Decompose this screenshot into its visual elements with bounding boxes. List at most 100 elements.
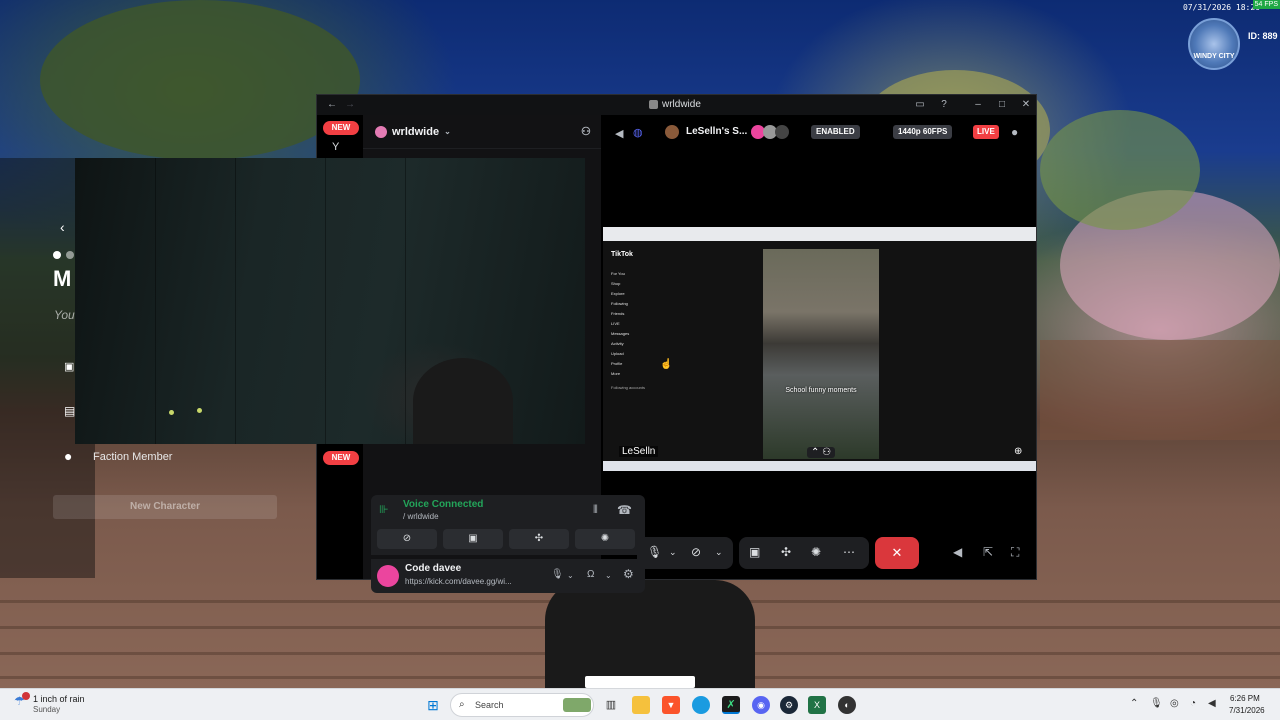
tiktok-nav-item: LIVE bbox=[611, 321, 620, 326]
minimize-icon[interactable]: – bbox=[971, 98, 985, 112]
stream-name-label: LeSelln bbox=[619, 446, 659, 457]
chevron-down-icon[interactable]: ⌄ bbox=[669, 547, 677, 558]
forward-arrow-icon[interactable]: → bbox=[343, 98, 357, 112]
noise-suppression-icon[interactable]: ⦀ bbox=[593, 504, 598, 517]
server-initial[interactable]: Y bbox=[332, 141, 339, 153]
led-light bbox=[197, 408, 202, 413]
volume-icon[interactable]: ◀ bbox=[953, 545, 962, 559]
quality-pill[interactable]: 1440p 60FPS bbox=[893, 125, 953, 139]
microphone-icon[interactable]: 🎙 bbox=[551, 569, 564, 580]
server-avatar-icon bbox=[375, 125, 387, 138]
panel-title: M bbox=[53, 266, 72, 291]
page-dot-active[interactable] bbox=[53, 251, 61, 259]
leave-call-button[interactable]: ✕ bbox=[875, 537, 919, 569]
disconnect-icon[interactable]: ☎ bbox=[617, 503, 632, 517]
chevron-up-icon[interactable]: ⌃ ⚇ bbox=[807, 447, 836, 458]
mic-camera-controls: 🎙 ⌄ ⊘ ⌄ bbox=[637, 537, 733, 569]
user-avatar[interactable] bbox=[377, 565, 399, 587]
tree-canopy bbox=[1040, 110, 1200, 230]
user-status: https://kick.com/davee.gg/wi... bbox=[405, 577, 512, 586]
server-icon bbox=[649, 100, 658, 109]
deck-railing bbox=[1040, 340, 1280, 440]
tiktok-nav-item: Shop bbox=[611, 281, 621, 286]
activities-icon[interactable]: ✣ bbox=[781, 545, 791, 559]
webcam-overlay bbox=[75, 158, 585, 444]
streamer-avatar[interactable] bbox=[665, 125, 679, 139]
file-explorer-icon[interactable] bbox=[632, 696, 650, 714]
speaker-icon[interactable]: ◀ bbox=[615, 127, 623, 140]
new-character-button[interactable]: New Character bbox=[53, 495, 277, 519]
weather-day[interactable]: Sunday bbox=[33, 705, 60, 714]
wifi-icon[interactable]: ◔ bbox=[1190, 698, 1196, 709]
volume-icon[interactable]: ◀ bbox=[1208, 698, 1216, 709]
app-icon[interactable]: ✗ bbox=[722, 696, 740, 714]
clock-date[interactable]: 7/31/2026 bbox=[1229, 706, 1265, 715]
signal-icon[interactable]: ⊪ bbox=[379, 503, 389, 516]
tiktok-nav-item: Upload bbox=[611, 351, 624, 356]
brave-browser-icon[interactable]: ▼ bbox=[662, 696, 680, 714]
close-icon[interactable]: ✕ bbox=[1019, 98, 1033, 112]
globe-icon: ◍ bbox=[633, 127, 643, 139]
title-bar: ← → wrldwide ▭ ? – □ ✕ bbox=[317, 95, 1036, 115]
server-name: wrldwide bbox=[392, 125, 440, 138]
fullscreen-icon[interactable]: ⛶ bbox=[1011, 545, 1019, 560]
new-badge-bottom: NEW bbox=[323, 451, 359, 465]
search-input[interactable]: ⌕ Search bbox=[450, 693, 594, 717]
person-icon: ● bbox=[64, 448, 73, 464]
chevron-down-icon[interactable]: ⌄ bbox=[715, 547, 723, 558]
maximize-icon[interactable]: □ bbox=[995, 98, 1009, 112]
stream-video[interactable]: TikTok For You Shop Explore Following Fr… bbox=[603, 227, 1036, 471]
tiktok-following-header: Following accounts bbox=[611, 385, 646, 390]
panel-subtitle: Youi bbox=[54, 308, 78, 322]
server-id: ID: 889 bbox=[1248, 31, 1278, 41]
help-icon[interactable]: ? bbox=[937, 98, 951, 112]
pop-out-icon[interactable]: ⇱ bbox=[983, 545, 993, 559]
soundboard-icon[interactable]: ✺ bbox=[811, 545, 821, 559]
cursor-icon: ☝ bbox=[660, 359, 673, 370]
tiktok-nav-item: Explore bbox=[611, 291, 625, 296]
enabled-pill[interactable]: ENABLED bbox=[811, 125, 860, 139]
camera-off-button[interactable]: ⊘ bbox=[377, 529, 437, 549]
activity-controls: ▣ ✣ ✺ ⋯ bbox=[739, 537, 869, 569]
tiktok-logo: TikTok bbox=[611, 251, 633, 258]
user-name[interactable]: Code davee bbox=[405, 563, 461, 574]
weather-text[interactable]: 1 inch of rain bbox=[33, 694, 85, 704]
discord-icon[interactable]: ◉ bbox=[752, 696, 770, 714]
tiktok-nav-item: Following bbox=[611, 301, 628, 306]
chat-icon[interactable]: ● bbox=[1011, 125, 1018, 139]
chevron-down-icon[interactable]: ⌄ bbox=[567, 571, 574, 580]
back-arrow-icon[interactable]: ← bbox=[325, 98, 339, 112]
windows-start-icon[interactable]: ⊞ bbox=[424, 696, 442, 714]
edge-browser-icon[interactable] bbox=[692, 696, 710, 714]
chevron-up-icon[interactable]: ⌃ bbox=[1130, 698, 1138, 709]
clock-time[interactable]: 6:26 PM bbox=[1230, 694, 1260, 703]
server-header[interactable]: wrldwide ⌄ ⚇ bbox=[363, 115, 601, 149]
voice-status[interactable]: Voice Connected bbox=[403, 499, 483, 510]
back-arrow-icon[interactable]: ‹ bbox=[60, 219, 65, 235]
streamer-title[interactable]: LeSelln's S... bbox=[686, 126, 747, 137]
chevron-down-icon: ⌄ bbox=[444, 127, 451, 136]
gear-icon[interactable]: ⚙ bbox=[623, 567, 634, 581]
new-badge: NEW bbox=[323, 121, 359, 135]
microphone-icon[interactable]: 🎙 bbox=[647, 545, 662, 559]
headphones-icon[interactable]: Ω bbox=[587, 569, 594, 580]
screen-share-icon[interactable]: ▣ bbox=[749, 545, 760, 559]
game-launcher-icon[interactable]: ◐ bbox=[838, 696, 856, 714]
voice-channel[interactable]: / wrldwide bbox=[403, 512, 439, 521]
chevron-down-icon[interactable]: ⌄ bbox=[605, 571, 612, 580]
excel-icon[interactable]: X bbox=[808, 696, 826, 714]
more-icon[interactable]: ⋯ bbox=[843, 545, 855, 559]
add-member-icon[interactable]: ⚇ bbox=[581, 125, 591, 138]
activities-button[interactable]: ✣ bbox=[509, 529, 569, 549]
screen-share-button[interactable]: ▣ bbox=[443, 529, 503, 549]
steam-icon[interactable]: ⚙ bbox=[780, 696, 798, 714]
microphone-icon[interactable]: 🎙 bbox=[1150, 698, 1163, 709]
inbox-icon[interactable]: ▭ bbox=[913, 98, 927, 112]
network-icon[interactable]: ◎ bbox=[1170, 698, 1179, 709]
viewer-avatar[interactable] bbox=[775, 125, 789, 139]
zoom-icon[interactable]: ⊕ bbox=[1014, 446, 1022, 457]
camera-off-icon[interactable]: ⊘ bbox=[691, 545, 701, 559]
task-view-icon[interactable]: ▥ bbox=[602, 696, 620, 714]
soundboard-button[interactable]: ✺ bbox=[575, 529, 635, 549]
page-dot[interactable] bbox=[66, 251, 74, 259]
